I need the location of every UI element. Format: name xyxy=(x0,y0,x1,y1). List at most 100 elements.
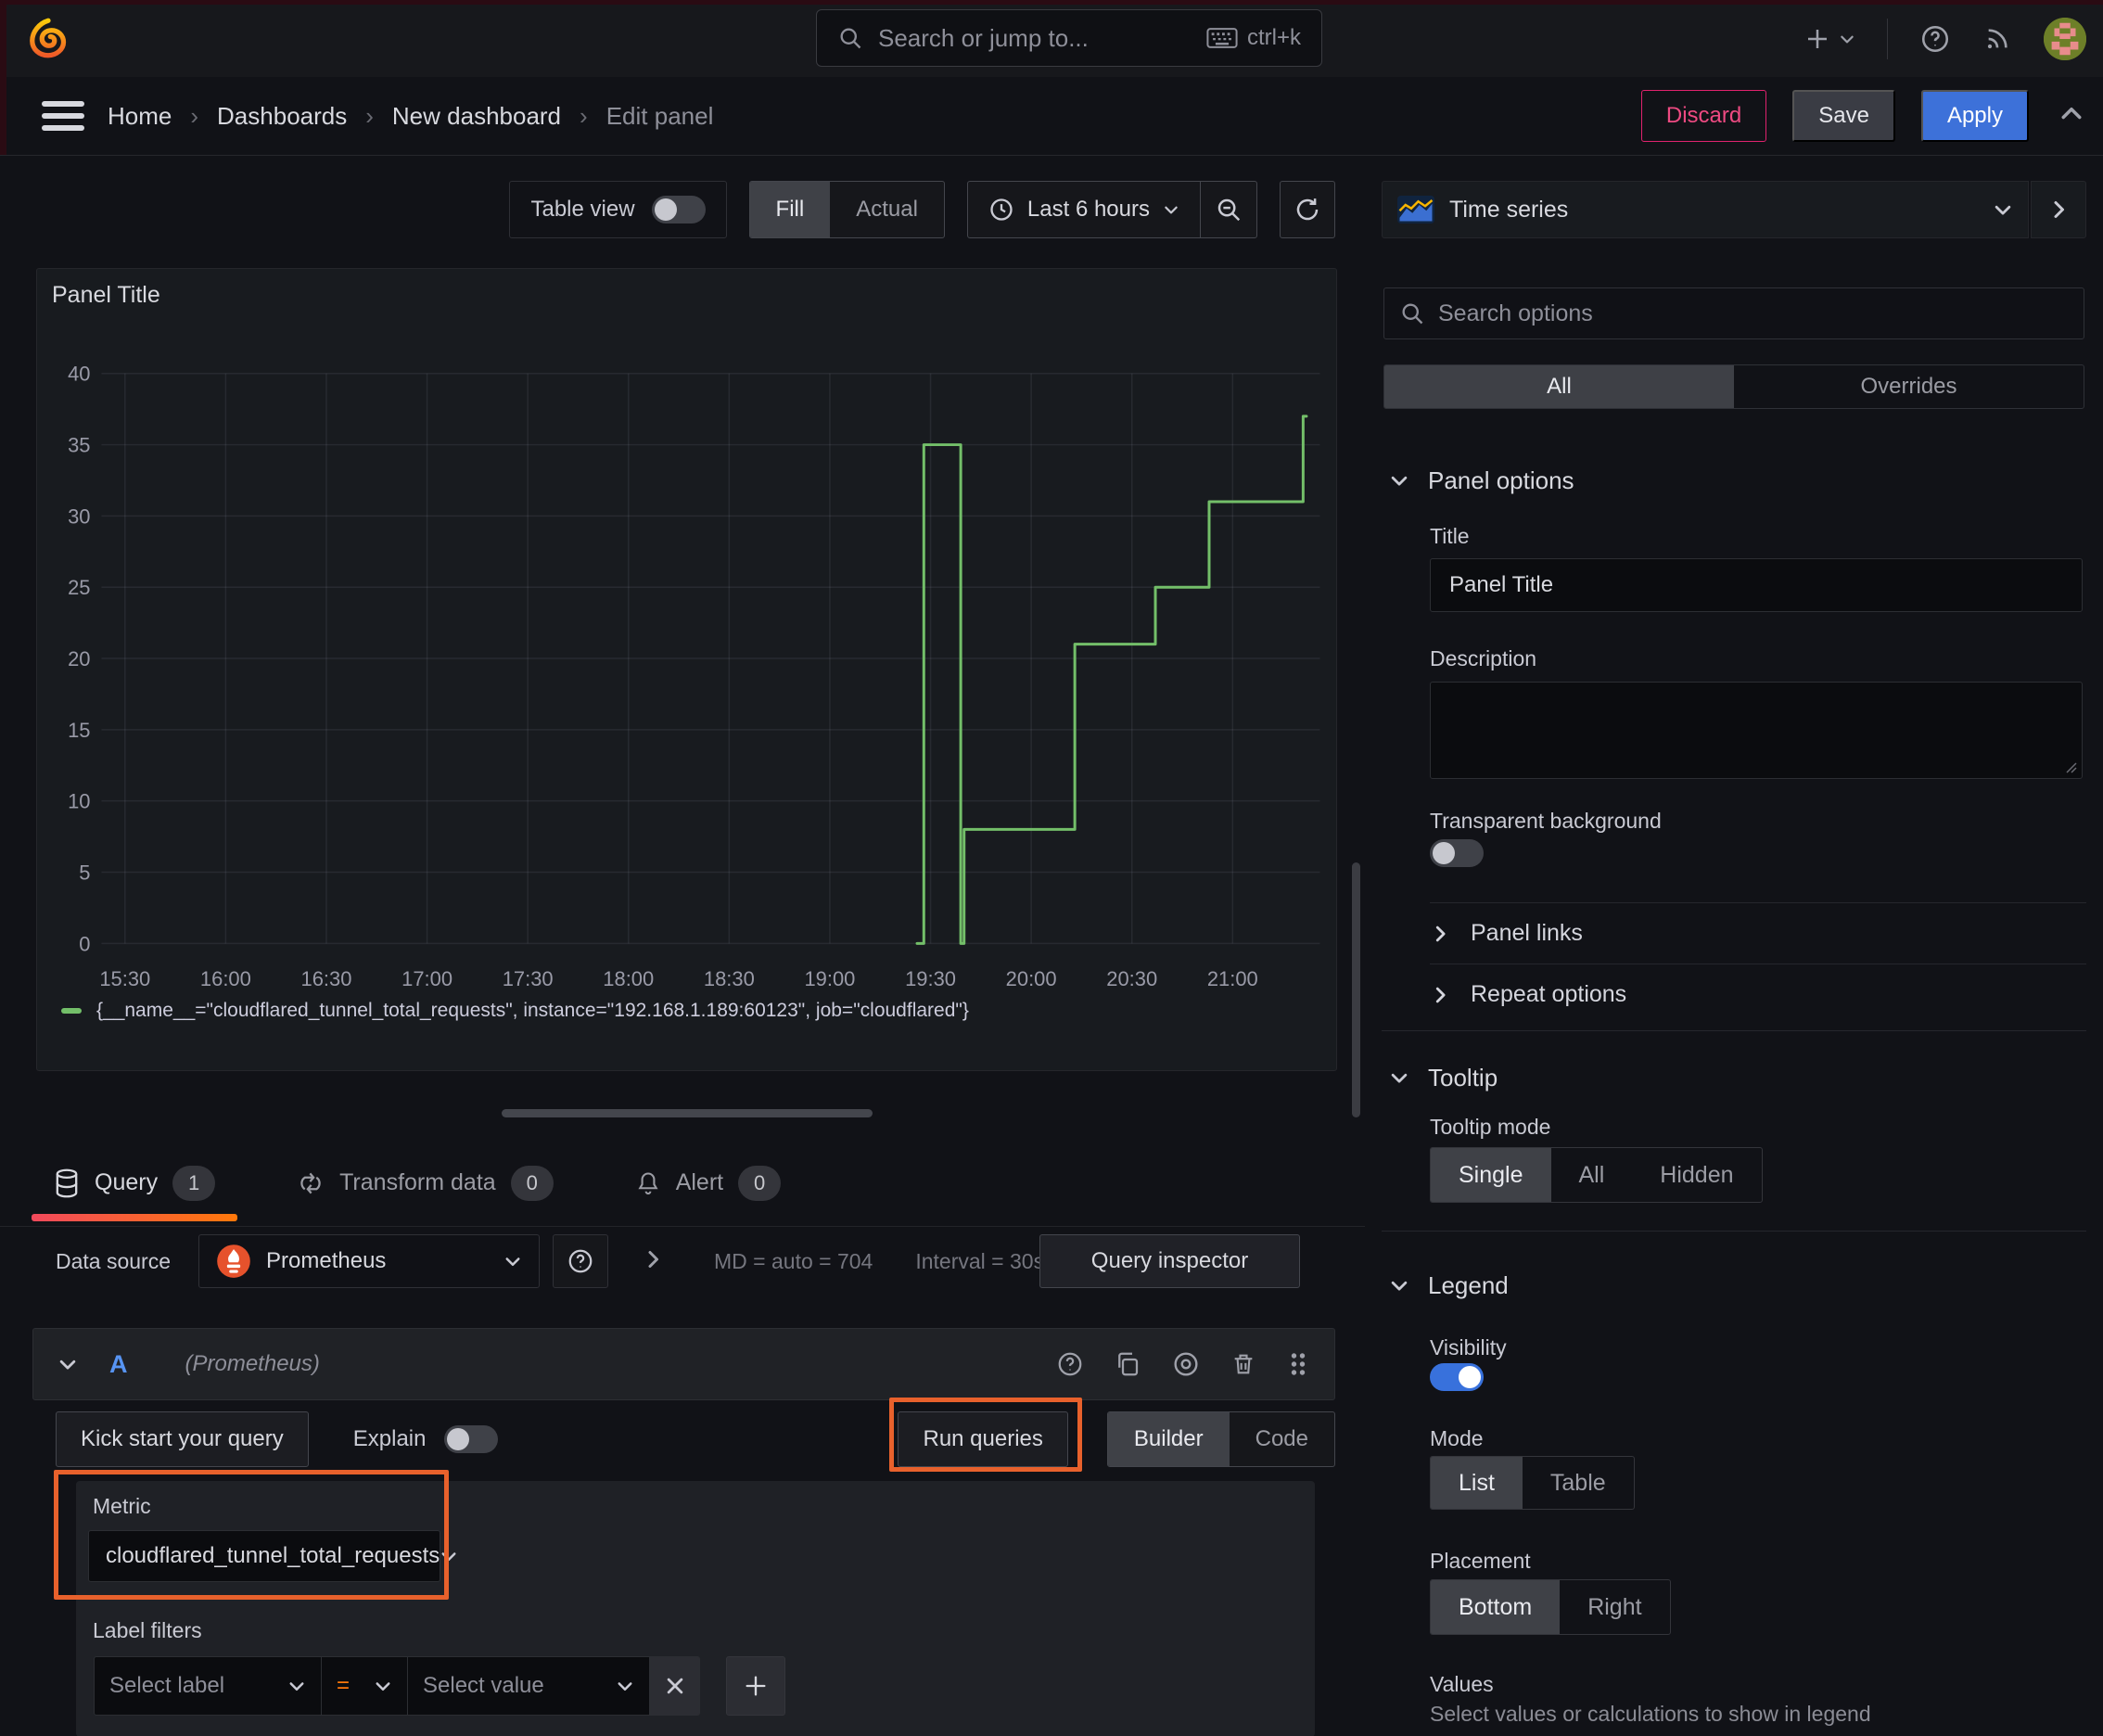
tab-transform-data[interactable]: Transform data 0 xyxy=(274,1140,576,1226)
chevron-down-icon xyxy=(618,1682,632,1691)
legend-series-color[interactable] xyxy=(61,1008,82,1014)
panel-links-section-header[interactable]: Panel links xyxy=(1430,903,2086,964)
query-stats: MD = auto = 704 Interval = 30s xyxy=(714,1249,1044,1274)
grafana-logo[interactable] xyxy=(26,13,70,63)
code-option[interactable]: Code xyxy=(1230,1412,1334,1466)
delete-query-button[interactable] xyxy=(1230,1350,1256,1378)
tab-query[interactable]: Query 1 xyxy=(32,1140,238,1226)
collapse-options-button[interactable] xyxy=(2031,181,2086,238)
tab-alert[interactable]: Alert 0 xyxy=(613,1140,803,1226)
menu-toggle-button[interactable] xyxy=(42,101,84,131)
svg-text:30: 30 xyxy=(68,504,90,528)
discard-button[interactable]: Discard xyxy=(1640,90,1767,142)
tooltip-section-header[interactable]: Tooltip xyxy=(1389,1061,2086,1094)
help-button[interactable] xyxy=(1919,23,1951,55)
breadcrumb-dashboards[interactable]: Dashboards xyxy=(217,102,347,131)
tab-all[interactable]: All xyxy=(1384,365,1734,408)
options-tabs: All Overrides xyxy=(1383,364,2084,409)
run-queries-button[interactable]: Run queries xyxy=(898,1411,1068,1467)
datasource-picker[interactable]: Prometheus xyxy=(198,1234,541,1288)
toggle-visibility-button[interactable] xyxy=(1171,1349,1201,1379)
datasource-help-button[interactable] xyxy=(553,1234,609,1288)
visualization-picker[interactable]: Time series xyxy=(1382,181,2029,238)
placement-right-option[interactable]: Right xyxy=(1560,1580,1669,1634)
select-value-dropdown[interactable]: Select value xyxy=(408,1656,650,1716)
timeseries-plot[interactable]: 0 5 10 15 20 25 30 35 40 15:30 16:00 16:30 17:00 17:3… xyxy=(37,269,1336,1070)
news-button[interactable] xyxy=(1982,24,2012,54)
zoom-out-icon xyxy=(1217,198,1241,222)
panel-title[interactable]: Panel Title xyxy=(52,282,160,309)
fill-option[interactable]: Fill xyxy=(749,182,831,237)
add-new-button[interactable] xyxy=(1803,25,1855,53)
collapse-header-button[interactable] xyxy=(2058,101,2084,132)
search-icon xyxy=(1402,303,1423,325)
title-label: Title xyxy=(1430,524,1470,548)
panel-options-heading: Panel options xyxy=(1428,466,1574,494)
help-icon xyxy=(1058,1352,1082,1376)
legend-mode-label: Mode xyxy=(1430,1426,1484,1450)
query-inspector-button[interactable]: Query inspector xyxy=(1039,1234,1300,1288)
actual-option[interactable]: Actual xyxy=(830,182,944,237)
refresh-button[interactable] xyxy=(1280,181,1335,238)
legend-table-option[interactable]: Table xyxy=(1523,1457,1634,1509)
search-options-input[interactable]: Search options xyxy=(1383,287,2084,339)
svg-text:18:30: 18:30 xyxy=(704,967,755,990)
legend-section-header[interactable]: Legend xyxy=(1389,1269,2086,1302)
query-row-actions xyxy=(1056,1349,1310,1379)
global-search-input[interactable]: Search or jump to... ctrl+k xyxy=(816,9,1322,67)
resize-handle-icon[interactable] xyxy=(2063,760,2078,774)
tooltip-all-option[interactable]: All xyxy=(1551,1148,1633,1202)
title-input[interactable]: Panel Title xyxy=(1430,558,2083,612)
time-range-picker[interactable]: Last 6 hours xyxy=(968,182,1200,237)
window-edge xyxy=(0,0,2103,5)
svg-text:20: 20 xyxy=(68,647,90,670)
kick-start-button[interactable]: Kick start your query xyxy=(56,1411,309,1467)
query-row-header[interactable]: A (Prometheus) xyxy=(32,1328,1335,1400)
placement-bottom-option[interactable]: Bottom xyxy=(1431,1580,1561,1634)
transparent-background-toggle[interactable] xyxy=(1430,839,1484,867)
repeat-options-section-header[interactable]: Repeat options xyxy=(1430,964,2086,1025)
interval-text: Interval = 30s xyxy=(915,1248,1045,1273)
query-help-button[interactable] xyxy=(1056,1350,1084,1378)
metric-select[interactable]: cloudflared_tunnel_total_requests xyxy=(88,1530,456,1582)
description-textarea[interactable] xyxy=(1430,682,2083,779)
drag-handle[interactable] xyxy=(1286,1350,1310,1378)
select-label-placeholder: Select label xyxy=(109,1673,225,1698)
query-ref-id[interactable]: A xyxy=(109,1350,128,1379)
search-options-placeholder: Search options xyxy=(1438,300,1593,326)
remove-filter-button[interactable] xyxy=(650,1656,700,1716)
breadcrumb-new-dashboard[interactable]: New dashboard xyxy=(392,102,561,131)
apply-button[interactable]: Apply xyxy=(1920,90,2029,142)
select-label-dropdown[interactable]: Select label xyxy=(94,1656,322,1716)
tab-query-label: Query xyxy=(95,1169,159,1195)
svg-text:0: 0 xyxy=(79,932,90,955)
horizontal-scrollbar[interactable] xyxy=(502,1109,873,1117)
tooltip-single-option[interactable]: Single xyxy=(1431,1148,1551,1202)
add-filter-button[interactable] xyxy=(726,1656,785,1716)
table-view-toggle[interactable] xyxy=(651,196,706,223)
duplicate-query-button[interactable] xyxy=(1114,1350,1141,1378)
user-avatar[interactable] xyxy=(2044,17,2086,60)
vertical-scrollbar[interactable] xyxy=(1352,862,1360,1117)
operator-dropdown[interactable]: = xyxy=(322,1656,408,1716)
explain-toggle[interactable] xyxy=(444,1425,499,1453)
breadcrumb-edit-panel: Edit panel xyxy=(605,101,714,130)
legend-series-label[interactable]: {__name__="cloudflared_tunnel_total_requ… xyxy=(96,1000,969,1022)
save-button[interactable]: Save xyxy=(1792,90,1895,142)
panel-options-section-header[interactable]: Panel options xyxy=(1389,464,2086,497)
chevron-down-icon xyxy=(289,1682,304,1691)
query-count-badge: 1 xyxy=(172,1165,216,1201)
legend-list-option[interactable]: List xyxy=(1431,1457,1523,1509)
zoom-out-button[interactable] xyxy=(1201,182,1256,237)
breadcrumb-home[interactable]: Home xyxy=(108,102,172,131)
chevron-down-icon xyxy=(441,1552,456,1561)
rss-icon xyxy=(1987,28,2007,48)
builder-option[interactable]: Builder xyxy=(1107,1412,1230,1466)
tooltip-hidden-option[interactable]: Hidden xyxy=(1632,1148,1761,1202)
tab-overrides[interactable]: Overrides xyxy=(1734,365,2084,408)
legend-visibility-toggle[interactable] xyxy=(1430,1363,1484,1391)
datasource-label: Data source xyxy=(56,1248,172,1273)
shortcut-label: ctrl+k xyxy=(1246,25,1301,50)
expand-options-button[interactable] xyxy=(642,1248,664,1275)
chevron-right-icon xyxy=(1435,987,1446,1002)
